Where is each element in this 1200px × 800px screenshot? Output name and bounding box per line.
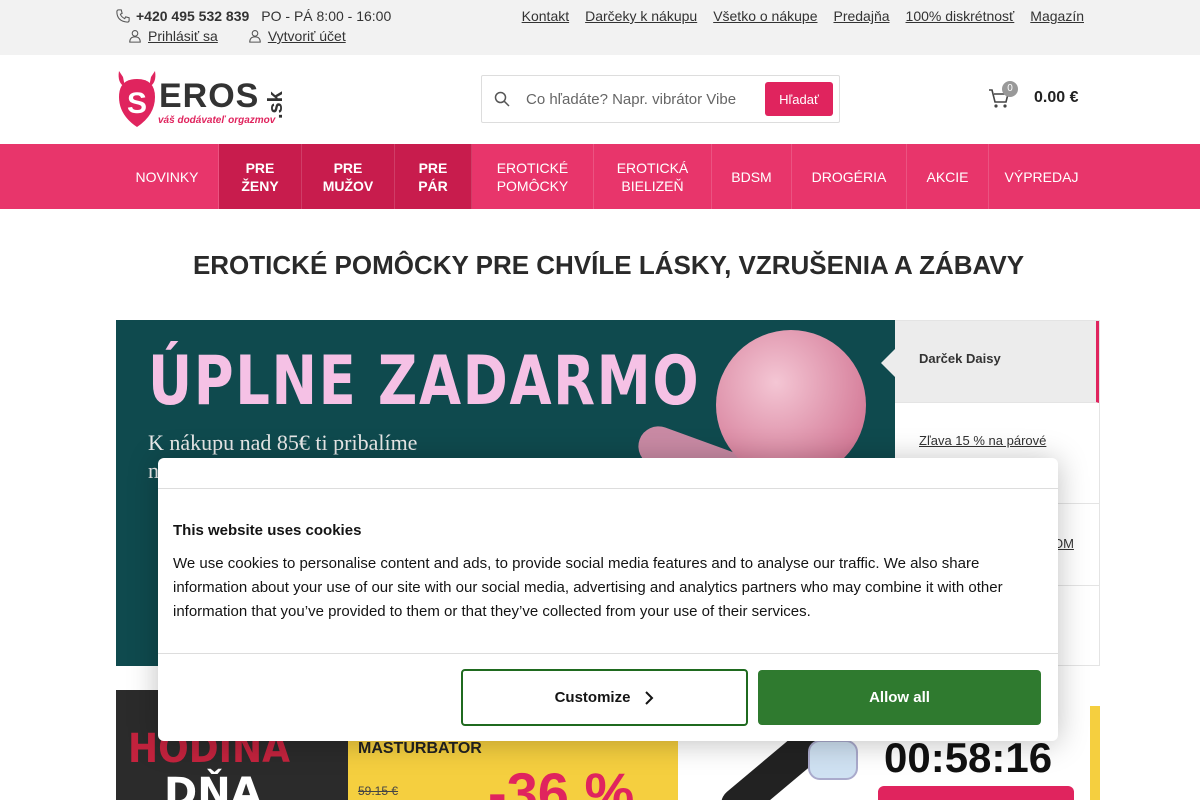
nav-item-bdsm[interactable]: BDSM	[712, 144, 792, 209]
login-link-wrap[interactable]: Prihlásiť sa	[128, 28, 218, 44]
cart-count-badge: 0	[1002, 81, 1018, 97]
search-input[interactable]	[526, 84, 756, 114]
nav-item-vypredaj[interactable]: VÝPREDAJ	[989, 144, 1094, 209]
divider	[158, 653, 1058, 654]
search-box: Hľadať	[481, 75, 840, 123]
logo[interactable]: S EROS .sk váš dodávateľ orgazmov	[115, 69, 305, 129]
top-link-shopping-info[interactable]: Všetko o nákupe	[713, 8, 817, 24]
deal-buy-button[interactable]	[878, 786, 1074, 800]
side-item-link[interactable]: Zľava 15 % na párové	[919, 433, 1046, 448]
deal-countdown: 00:58:16	[884, 734, 1053, 781]
nav-item-novinky[interactable]: NOVINKY	[116, 144, 219, 209]
chevron-right-icon	[645, 690, 654, 705]
allow-all-button[interactable]: Allow all	[758, 670, 1041, 725]
deal-old-price: 59.15 €	[358, 784, 399, 798]
logo-text: EROS	[159, 77, 260, 115]
wand-head-image	[808, 740, 858, 780]
cart-total[interactable]: 0.00 €	[1034, 89, 1078, 107]
top-link-discretion[interactable]: 100% diskrétnosť	[906, 8, 1015, 24]
user-icon	[129, 30, 141, 43]
search-icon	[494, 91, 510, 107]
deal-product-name: MASTURBATOR	[358, 740, 482, 757]
cookie-text: We use cookies to personalise content an…	[173, 555, 1003, 620]
top-link-contact[interactable]: Kontakt	[522, 8, 569, 24]
divider	[158, 488, 1058, 489]
deal-title-2: DŇA	[164, 770, 262, 800]
customize-label: Customize	[554, 689, 631, 706]
nav-item-pre-zeny[interactable]: PRE ŽENY	[219, 144, 302, 209]
logo-tagline: váš dodávateľ orgazmov	[158, 115, 276, 126]
cookie-dialog: This website uses cookies We use cookies…	[158, 458, 1058, 741]
cart[interactable]: 0 0.00 €	[988, 81, 1078, 109]
opening-hours: PO - PÁ 8:00 - 16:00	[261, 8, 392, 24]
customize-button[interactable]: Customize	[461, 669, 748, 726]
phone-icon	[116, 9, 130, 23]
side-item-darcek-daisy[interactable]: Darček Daisy	[881, 321, 1099, 403]
top-bar: +420 495 532 839 PO - PÁ 8:00 - 16:00 Pr…	[0, 0, 1200, 55]
top-link-gifts[interactable]: Darčeky k nákupu	[585, 8, 697, 24]
cookie-title: This website uses cookies	[173, 522, 362, 539]
search-button[interactable]: Hľadať	[765, 82, 833, 116]
nav-item-eroticka-bielizen[interactable]: EROTICKÁ BIELIZEŇ	[594, 144, 712, 209]
register-link-wrap[interactable]: Vytvoriť účet	[248, 28, 346, 44]
nav-item-pre-muzov[interactable]: PRE MUŽOV	[302, 144, 395, 209]
svg-text:S: S	[127, 87, 147, 120]
user-icon	[249, 30, 261, 43]
main-nav: NOVINKY PRE ŽENY PRE MUŽOV PRE PÁR EROTI…	[0, 144, 1200, 209]
cart-icon-wrap[interactable]: 0	[988, 81, 1018, 109]
devil-logo-icon: S	[118, 71, 156, 127]
phone-number[interactable]: +420 495 532 839	[136, 8, 249, 24]
nav-item-akcie[interactable]: AKCIE	[907, 144, 989, 209]
deal-discount: -36 %	[488, 761, 635, 800]
side-item-label: Darček Daisy	[919, 351, 1001, 366]
login-link[interactable]: Prihlásiť sa	[148, 28, 218, 44]
banner-title: ÚPLNE ZADARMO	[148, 342, 701, 421]
page-title: EROTICKÉ POMÔCKY PRE CHVÍLE LÁSKY, VZRUŠ…	[192, 250, 1025, 280]
nav-item-pre-par[interactable]: PRE PÁR	[395, 144, 472, 209]
top-links: Kontakt Darčeky k nákupu Všetko o nákupe…	[522, 8, 1084, 24]
account-row: Prihlásiť sa Vytvoriť účet	[128, 28, 346, 44]
register-link[interactable]: Vytvoriť účet	[268, 28, 346, 44]
banner-subtitle: K nákupu nad 85€ ti pribalíme	[148, 430, 418, 455]
header: S EROS .sk váš dodávateľ orgazmov Hľadať…	[0, 55, 1200, 144]
timer-accent-strip	[1090, 706, 1100, 800]
top-link-store[interactable]: Predajňa	[833, 8, 889, 24]
top-link-magazine[interactable]: Magazín	[1030, 8, 1084, 24]
nav-item-eroticke-pomocky[interactable]: EROTICKÉ POMÔCKY	[472, 144, 594, 209]
contact-row: +420 495 532 839 PO - PÁ 8:00 - 16:00	[116, 8, 391, 24]
nav-item-drogeria[interactable]: DROGÉRIA	[792, 144, 907, 209]
